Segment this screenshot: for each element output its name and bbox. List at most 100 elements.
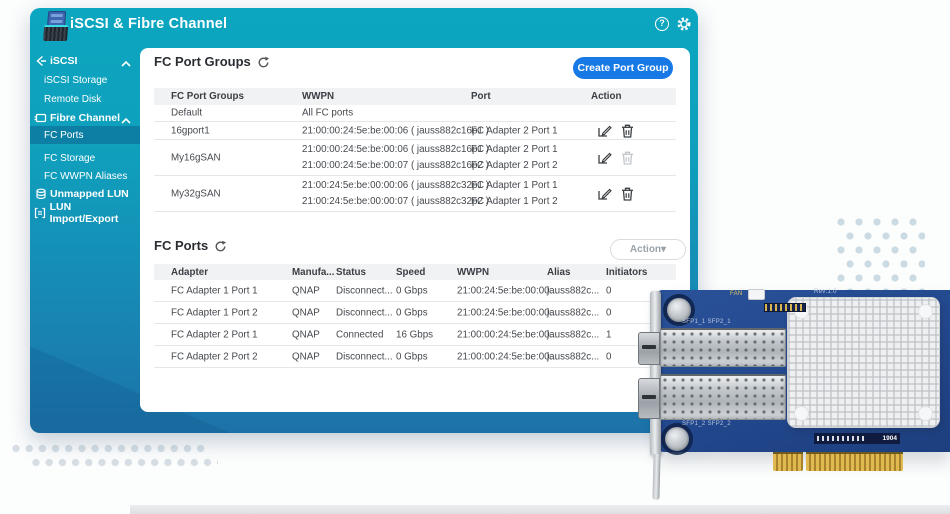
fc-ports-title-text: FC Ports (154, 238, 208, 253)
port-speed: 0 Gbps (396, 285, 428, 296)
group-wwpn: All FC ports (302, 108, 353, 119)
port-initiators: 0 (606, 351, 611, 362)
column-header: WWPN (302, 88, 334, 105)
card-bracket-tail (652, 454, 660, 500)
port-manufacturer: QNAP (292, 285, 320, 296)
edit-icon[interactable] (597, 123, 612, 138)
fc-adapter-card-photo: 1904 FAN Rev:1.0 SFP1_1 SFP2_1 SFP1_2 SF… (636, 286, 950, 500)
fibre-channel-icon (34, 112, 47, 124)
group-name: 16gport1 (171, 125, 210, 136)
port-groups-title-text: FC Port Groups (154, 54, 251, 69)
sidebar-item-remote-disk[interactable]: Remote Disk (30, 90, 140, 108)
sfp-cage-bottom (660, 374, 786, 420)
heatsink-pad (919, 305, 932, 318)
port-initiators: 0 (606, 307, 611, 318)
port-speed: 0 Gbps (396, 307, 428, 318)
column-header: Action (591, 88, 621, 105)
table-row[interactable]: FC Adapter 1 Port 2 QNAP Disconnect... 0… (154, 302, 676, 324)
port-manufacturer: QNAP (292, 307, 320, 318)
port-status: Connected (336, 329, 383, 340)
sidebar-item-fibre-channel[interactable]: Fibre Channel (30, 109, 140, 127)
port-groups-table-header: FC Port Groups WWPN Port Action (154, 88, 676, 105)
port-adapter: FC Adapter 1 Port 1 (171, 285, 258, 296)
dots-pattern-bottom-left-row2 (32, 458, 218, 467)
port-initiators: 0 (606, 285, 611, 296)
port-status: Disconnect... (336, 307, 393, 318)
group-wwpn: 21:00:00:24:5e:be:00:06 ( jauss882c16p1 … (302, 125, 489, 136)
sidebar-item-fc-storage[interactable]: FC Storage (30, 149, 140, 167)
heatsink-pad (795, 407, 808, 420)
sfp-port-1 (638, 332, 660, 365)
caret-down-icon: ▾ (661, 244, 666, 255)
sfp-port-2 (638, 378, 660, 419)
sidebar-item-label: Remote Disk (44, 94, 101, 105)
group-port: FC Adapter 1 Port 1FC Adapter 1 Port 2 (471, 178, 558, 210)
port-alias: jauss882c... (547, 285, 599, 296)
pcie-gold-fingers-long (806, 452, 903, 471)
action-dropdown-button[interactable]: Action▾ (610, 239, 686, 260)
sidebar-item-fc-ports[interactable]: FC Ports (30, 126, 140, 144)
sidebar-item-label: LUN Import/Export (50, 201, 140, 225)
sfp-top-label: SFP1_1 SFP2_1 (682, 319, 731, 325)
card-pin-header (764, 303, 806, 312)
sidebar-item-iscsi[interactable]: iSCSI (30, 52, 140, 70)
table-row[interactable]: My16gSAN 21:00:00:24:5e:be:00:06 ( jauss… (154, 140, 676, 176)
dots-pattern-bottom-left-row1 (12, 444, 210, 453)
table-row[interactable]: FC Adapter 2 Port 1 QNAP Connected 16 Gb… (154, 324, 676, 346)
app-window: iSCSI & Fibre Channel ? iSCSI iSCSI Stor… (30, 8, 698, 433)
create-port-group-button[interactable]: Create Port Group (573, 57, 673, 79)
page-title: iSCSI & Fibre Channel (70, 16, 227, 32)
help-glyph: ? (659, 18, 665, 28)
card-screw-bottom (665, 427, 689, 451)
port-status: Disconnect... (336, 351, 393, 362)
sidebar-item-label: Unmapped LUN (50, 188, 129, 200)
sidebar-item-label: FC Storage (44, 153, 95, 164)
gear-icon[interactable] (676, 16, 692, 37)
edit-icon[interactable] (597, 186, 612, 201)
sidebar-item-label: FC Ports (44, 130, 83, 141)
titlebar: iSCSI & Fibre Channel ? (30, 8, 698, 40)
delete-icon[interactable] (621, 186, 634, 201)
chevron-up-icon[interactable] (121, 58, 131, 70)
fc-ports-table: Adapter Manufa... Status Speed WWPN Alia… (154, 264, 676, 368)
table-row[interactable]: FC Adapter 1 Port 1 QNAP Disconnect... 0… (154, 280, 676, 302)
edit-icon[interactable] (597, 150, 612, 165)
group-wwpn: 21:00:00:24:5e:be:00:06 ( jauss882c16p1 … (302, 142, 489, 174)
screenshot-canvas: iSCSI & Fibre Channel ? iSCSI iSCSI Stor… (0, 0, 950, 514)
table-row[interactable]: 16gport1 21:00:00:24:5e:be:00:06 ( jauss… (154, 122, 676, 140)
port-wwpn: 21:00:24:5e:be:00:00... (457, 307, 558, 318)
port-adapter: FC Adapter 2 Port 1 (171, 329, 258, 340)
table-row[interactable]: My32gSAN 21:00:24:5e:be:00:00:06 ( jauss… (154, 176, 676, 212)
port-alias: jauss882c... (547, 307, 599, 318)
port-groups-section-title: FC Port Groups (154, 54, 270, 69)
sidebar-item-iscsi-storage[interactable]: iSCSI Storage (30, 71, 140, 89)
iscsi-icon (34, 55, 47, 67)
dots-pattern-right (837, 218, 925, 290)
sidebar-item-label: Fibre Channel (50, 112, 120, 124)
table-row[interactable]: Default All FC ports (154, 105, 676, 122)
column-header: Manufa... (292, 264, 334, 281)
refresh-icon[interactable] (214, 240, 227, 253)
fan-connector (748, 289, 765, 300)
sidebar-item-label: FC WWPN Aliases (44, 171, 127, 182)
group-port: FC Adapter 2 Port 1FC Adapter 2 Port 2 (471, 142, 558, 174)
help-icon[interactable]: ? (655, 17, 669, 31)
fc-ports-table-header: Adapter Manufa... Status Speed WWPN Alia… (154, 264, 676, 280)
content-panel: FC Port Groups Create Port Group FC Port… (140, 48, 690, 412)
port-manufacturer: QNAP (292, 329, 320, 340)
card-serial-label: 1904 (814, 433, 900, 444)
sidebar-item-lun-import-export[interactable]: LUN Import/Export (30, 204, 140, 222)
port-adapter: FC Adapter 1 Port 2 (171, 307, 258, 318)
card-bracket (650, 291, 661, 456)
port-adapter: FC Adapter 2 Port 2 (171, 351, 258, 362)
sfp-bottom-label: SFP1_2 SFP2_2 (682, 421, 731, 427)
refresh-icon[interactable] (257, 56, 270, 69)
delete-icon[interactable] (621, 123, 634, 138)
port-status: Disconnect... (336, 285, 393, 296)
heatsink-pad (919, 407, 932, 420)
sidebar-item-fc-wwpn-aliases[interactable]: FC WWPN Aliases (30, 167, 140, 185)
nas-illustration-top (47, 11, 66, 26)
port-alias: jauss882c... (547, 329, 599, 340)
table-row[interactable]: FC Adapter 2 Port 2 QNAP Disconnect... 0… (154, 346, 676, 368)
import-export-icon (34, 207, 47, 219)
